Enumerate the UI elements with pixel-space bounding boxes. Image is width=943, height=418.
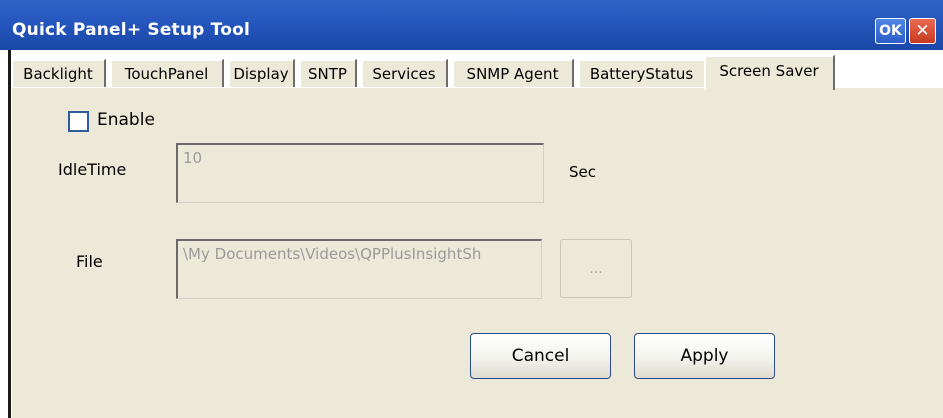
- tab-touchpanel[interactable]: TouchPanel: [110, 59, 224, 88]
- tab-batterystatus[interactable]: BatteryStatus: [578, 59, 706, 88]
- file-path-input[interactable]: \My Documents\Videos\QPPlusInsightSh: [176, 239, 542, 299]
- idle-time-label: IdleTime: [58, 160, 127, 179]
- window-title: Quick Panel+ Setup Tool: [12, 20, 250, 40]
- tab-screen-saver[interactable]: Screen Saver: [704, 55, 835, 90]
- apply-button[interactable]: Apply: [634, 333, 775, 379]
- enable-label: Enable: [97, 110, 155, 130]
- enable-checkbox[interactable]: [68, 111, 89, 132]
- tab-display[interactable]: Display: [228, 59, 295, 88]
- idle-time-unit: Sec: [569, 163, 596, 181]
- file-label: File: [76, 252, 103, 271]
- tab-services[interactable]: Services: [361, 59, 448, 88]
- tab-sntp[interactable]: SNTP: [299, 59, 357, 88]
- tab-strip: Backlight TouchPanel Display SNTP Servic…: [0, 50, 943, 90]
- tab-backlight[interactable]: Backlight: [11, 59, 106, 88]
- cancel-button[interactable]: Cancel: [470, 333, 611, 379]
- idle-time-input[interactable]: 10: [176, 143, 544, 203]
- browse-button[interactable]: ...: [560, 239, 632, 298]
- close-icon[interactable]: ✕: [909, 18, 936, 44]
- tab-snmp-agent[interactable]: SNMP Agent: [452, 59, 574, 88]
- ok-button[interactable]: OK: [875, 18, 906, 44]
- title-bar: Quick Panel+ Setup Tool OK ✕: [0, 0, 943, 50]
